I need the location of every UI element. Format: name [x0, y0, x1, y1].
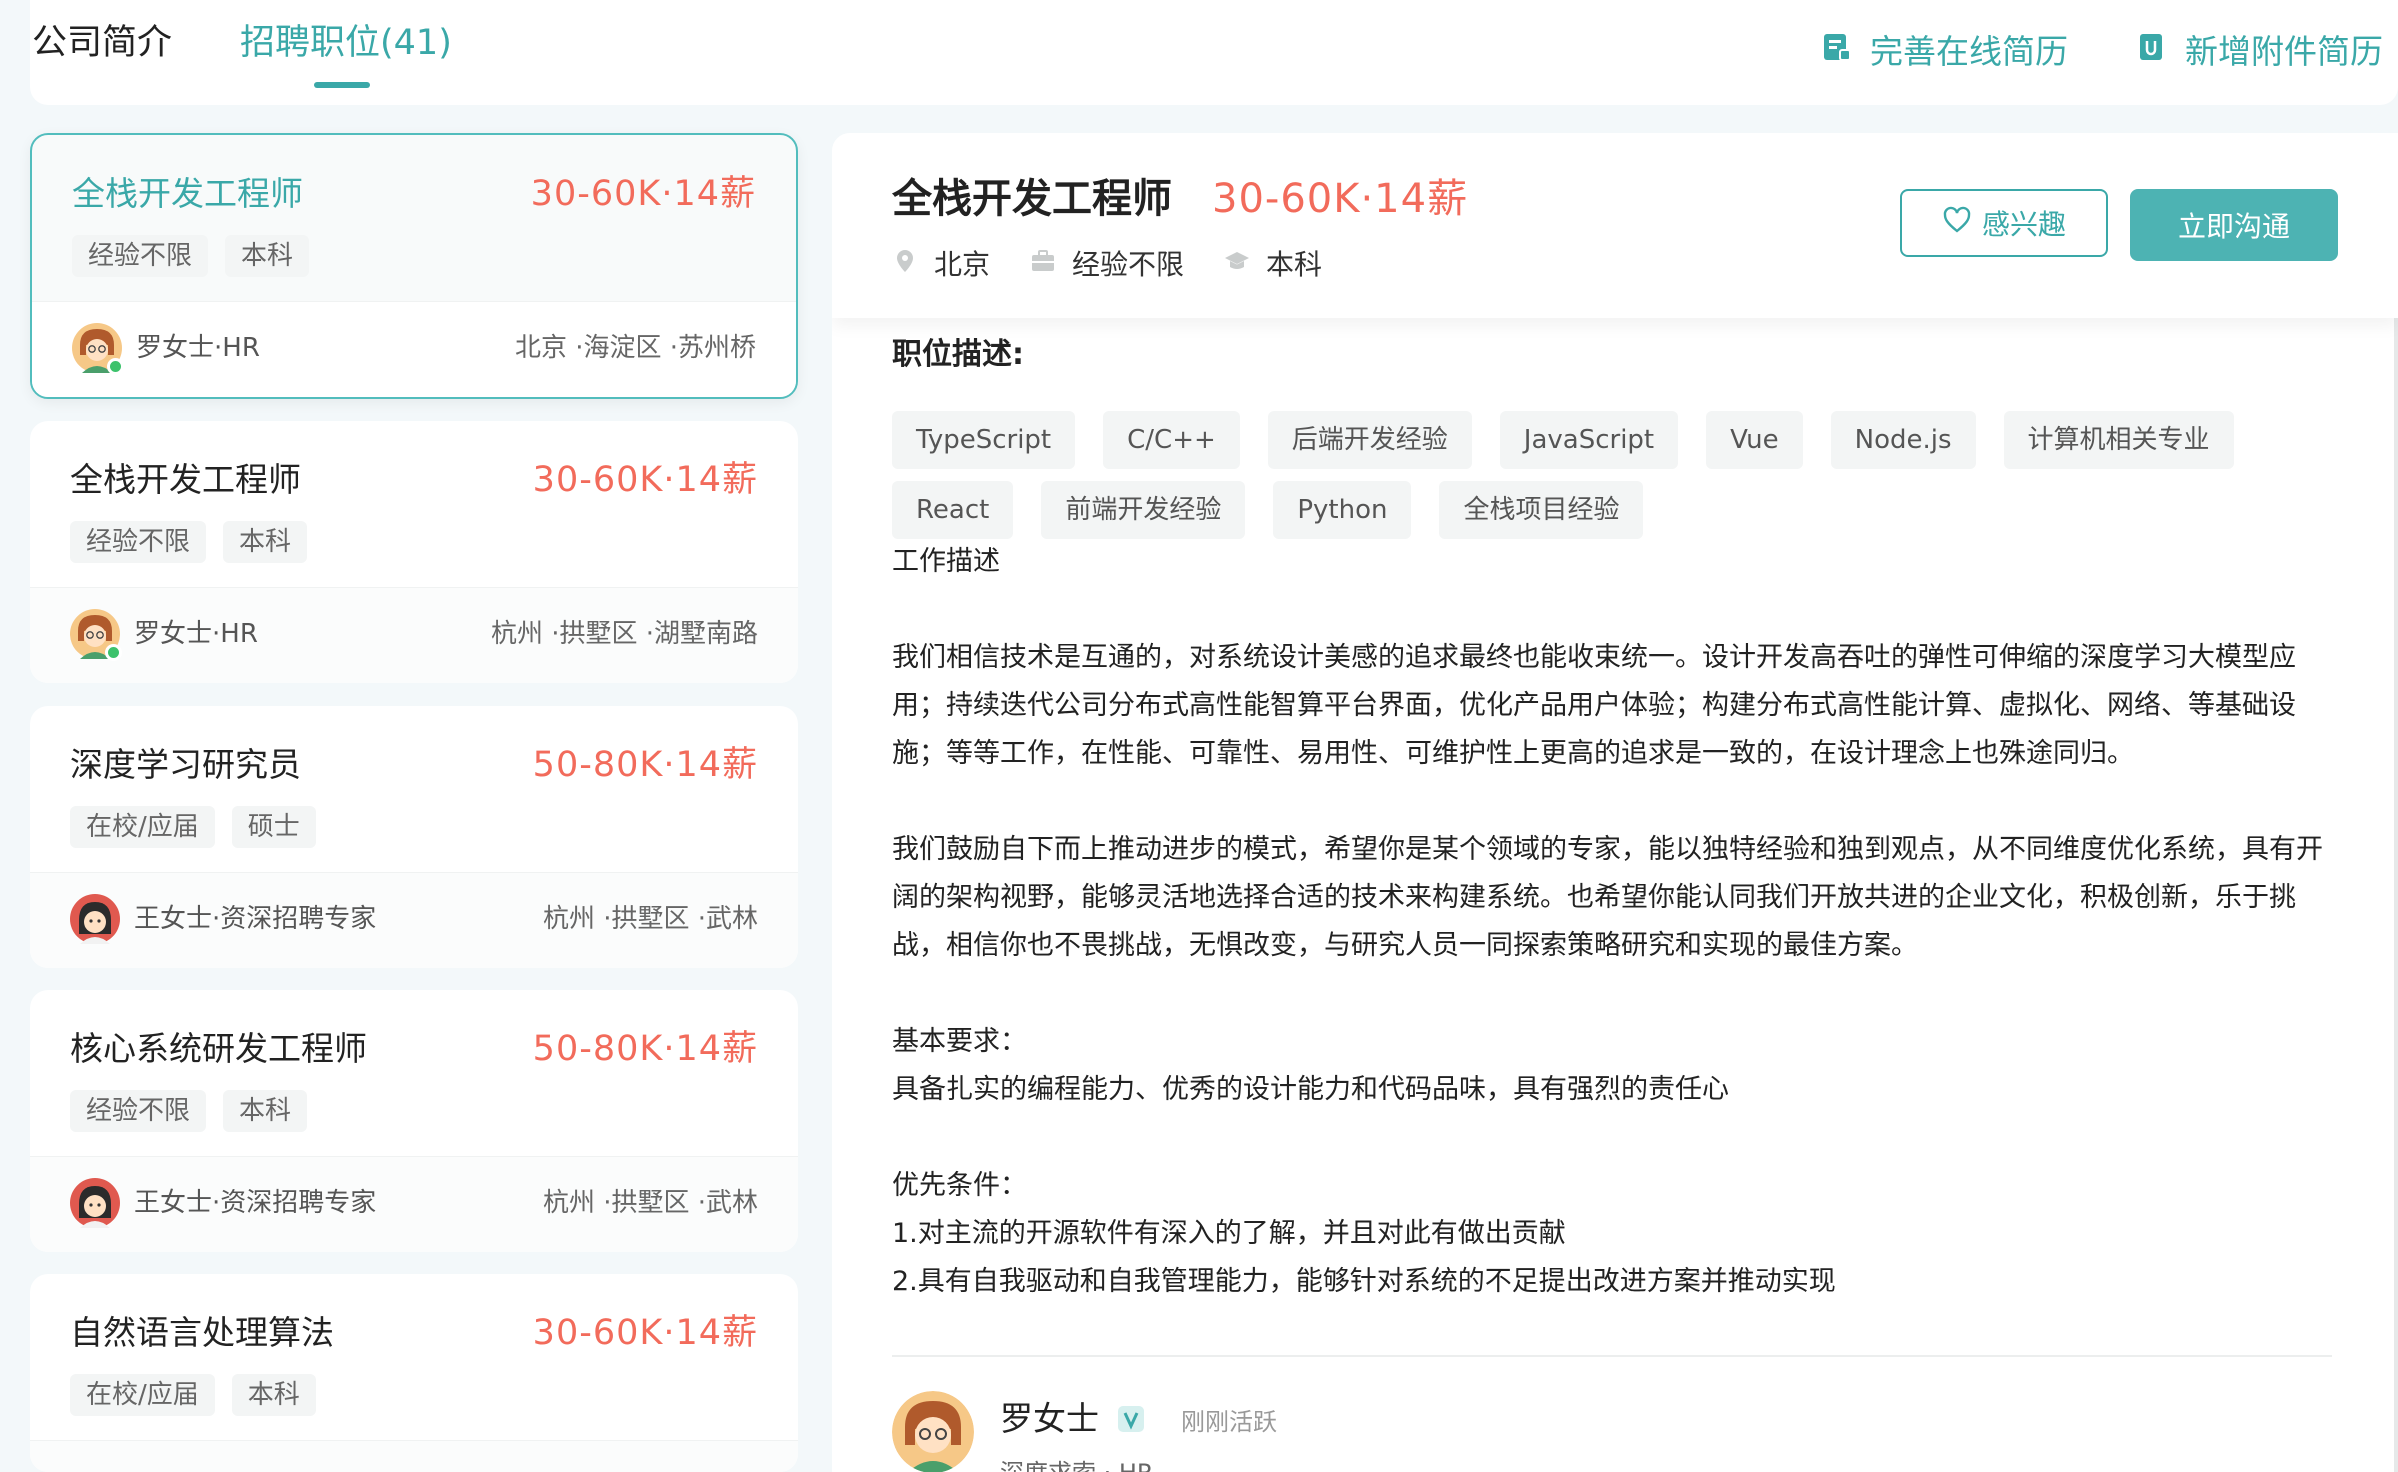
interested-label: 感兴趣 — [1981, 208, 2066, 241]
skill-tag: 后端开发经验 — [1267, 411, 1472, 469]
online-status-indicator — [105, 644, 122, 661]
skill-tags: TypeScript C/C++ 后端开发经验 JavaScript Vue N… — [892, 411, 2312, 539]
hr-name: 王女士·资深招聘专家 — [134, 1188, 377, 1218]
avatar — [70, 1178, 120, 1228]
job-list-item[interactable]: 自然语言处理算法 30-60K·14薪 在校/应届 本科 — [30, 1274, 798, 1472]
location-pin-icon — [892, 245, 918, 285]
complete-resume-label: 完善在线简历 — [1870, 32, 2068, 71]
job-title: 深度学习研究员 — [70, 745, 301, 784]
skill-tag: 前端开发经验 — [1041, 481, 1246, 539]
job-location: 杭州 ·拱墅区 ·湖墅南路 — [490, 619, 758, 649]
job-location: 杭州 ·拱墅区 ·武林 — [542, 904, 758, 934]
detail-salary: 30-60K·14薪 — [1212, 176, 1469, 222]
job-tag: 在校/应届 — [70, 1374, 215, 1416]
recruiter-info[interactable]: 罗女士 刚刚活跃 深度求索 · HR — [892, 1391, 1277, 1472]
job-detail-header: 全栈开发工程师 30-60K·14薪 北京 经验不限 本科 感兴趣 立即沟通 — [832, 133, 2398, 318]
skill-tag: TypeScript — [892, 411, 1076, 469]
job-salary: 30-60K·14薪 — [532, 460, 758, 500]
divider — [892, 1355, 2332, 1357]
job-tag: 本科 — [225, 235, 310, 277]
hr-name: 罗女士·HR — [136, 333, 260, 363]
avatar — [70, 609, 122, 661]
recruiter-avatar — [892, 1391, 974, 1472]
job-tag: 经验不限 — [72, 235, 209, 277]
skill-tag: Vue — [1706, 411, 1803, 469]
job-list-item[interactable]: 核心系统研发工程师 50-80K·14薪 经验不限 本科 王女士·资深招聘专家 … — [30, 990, 798, 1252]
job-location: 北京 ·海淀区 ·苏州桥 — [514, 333, 756, 363]
tab-company-intro[interactable]: 公司简介 — [32, 18, 172, 68]
job-tag: 本科 — [223, 1090, 308, 1132]
skill-tag: 全栈项目经验 — [1439, 481, 1644, 539]
recruiter-name: 罗女士 — [1000, 1399, 1099, 1438]
recruiter-company-role: 深度求索 · HR — [1000, 1453, 1277, 1472]
active-tab-indicator — [314, 82, 370, 88]
job-salary: 30-60K·14薪 — [532, 1313, 758, 1353]
resume-icon — [1820, 30, 1852, 74]
online-status-indicator — [107, 358, 124, 375]
top-bar: 公司简介 招聘职位(41) 完善在线简历 新增附件简历 — [30, 0, 2398, 105]
detail-education: 本科 — [1266, 248, 1323, 281]
add-attachment-resume-button[interactable]: 新增附件简历 — [2135, 30, 2383, 74]
job-location: 杭州 ·拱墅区 ·武林 — [542, 1188, 758, 1218]
skill-tag: JavaScript — [1499, 411, 1679, 469]
job-tag: 经验不限 — [70, 1090, 207, 1132]
graduation-cap-icon — [1224, 245, 1250, 285]
scrollbar[interactable] — [2394, 318, 2398, 1472]
job-title: 全栈开发工程师 — [70, 460, 301, 499]
hr-name: 罗女士·HR — [134, 619, 258, 649]
job-salary: 50-80K·14薪 — [532, 745, 758, 785]
detail-experience: 经验不限 — [1072, 248, 1185, 281]
chat-now-button[interactable]: 立即沟通 — [2130, 189, 2338, 261]
verified-badge-icon — [1117, 1405, 1145, 1433]
add-attachment-label: 新增附件简历 — [2185, 32, 2383, 71]
detail-job-title: 全栈开发工程师 — [892, 176, 1172, 222]
complete-resume-button[interactable]: 完善在线简历 — [1820, 30, 2068, 74]
briefcase-icon — [1030, 245, 1056, 285]
job-salary: 30-60K·14薪 — [530, 174, 756, 214]
attachment-icon — [2135, 30, 2167, 74]
job-tag: 经验不限 — [70, 521, 207, 563]
job-list-item[interactable]: 全栈开发工程师 30-60K·14薪 经验不限 本科 罗女士·HR 北京 ·海淀… — [30, 133, 798, 399]
recruiter-active-status: 刚刚活跃 — [1181, 1407, 1277, 1436]
job-description-heading: 职位描述: — [892, 337, 1024, 372]
job-list-item[interactable]: 全栈开发工程师 30-60K·14薪 经验不限 本科 罗女士·HR 杭州 ·拱墅… — [30, 421, 798, 683]
job-tag: 本科 — [223, 521, 308, 563]
skill-tag: 计算机相关专业 — [2003, 411, 2234, 469]
job-title: 核心系统研发工程师 — [70, 1029, 367, 1068]
detail-city: 北京 — [934, 248, 991, 281]
skill-tag: C/C++ — [1103, 411, 1240, 469]
skill-tag: React — [892, 481, 1014, 539]
skill-tag: Python — [1273, 481, 1412, 539]
job-list-item[interactable]: 深度学习研究员 50-80K·14薪 在校/应届 硕士 王女士·资深招聘专家 杭… — [30, 706, 798, 968]
job-description-text: 工作描述 我们相信技术是互通的，对系统设计美感的追求最终也能收束统一。设计开发高… — [892, 546, 2323, 1297]
interested-button[interactable]: 感兴趣 — [1900, 189, 2108, 257]
skill-tag: Node.js — [1830, 411, 1976, 469]
job-tag: 在校/应届 — [70, 806, 215, 848]
avatar — [70, 894, 120, 944]
job-tag: 硕士 — [231, 806, 316, 848]
job-title: 全栈开发工程师 — [72, 174, 303, 213]
job-tag: 本科 — [231, 1374, 316, 1416]
tab-job-openings[interactable]: 招聘职位(41) — [240, 18, 452, 68]
job-salary: 50-80K·14薪 — [532, 1029, 758, 1069]
job-title: 自然语言处理算法 — [70, 1313, 334, 1352]
heart-icon — [1942, 205, 1972, 242]
hr-name: 王女士·资深招聘专家 — [134, 904, 377, 934]
job-detail-panel: 全栈开发工程师 30-60K·14薪 北京 经验不限 本科 感兴趣 立即沟通 职… — [832, 133, 2398, 1472]
avatar — [72, 323, 124, 375]
